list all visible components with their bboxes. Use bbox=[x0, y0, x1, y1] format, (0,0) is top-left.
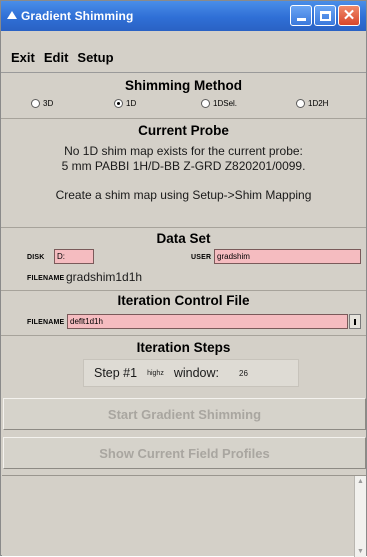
step-mode: highz bbox=[147, 369, 164, 377]
gradient-shimming-window: Gradient Shimming ✕ Exit Edit Setup Shim… bbox=[0, 0, 367, 557]
data-set-section: Data Set DISK D: USER gradshim FILENAME … bbox=[1, 229, 366, 291]
radio-1dsel-label: 1DSel. bbox=[213, 99, 238, 108]
shimming-method-radio-group: 3D 1D 1DSel. 1D2H bbox=[1, 99, 366, 113]
disk-label: DISK bbox=[27, 254, 45, 261]
close-button[interactable]: ✕ bbox=[338, 5, 360, 26]
radio-1dsel[interactable]: 1DSel. bbox=[201, 99, 237, 108]
menu-bar: Exit Edit Setup bbox=[7, 45, 119, 70]
control-file-dropdown-button[interactable] bbox=[349, 314, 361, 329]
radio-1d-label: 1D bbox=[126, 99, 137, 108]
iteration-steps-box: Step #1 highz window: 26 bbox=[83, 359, 299, 387]
radio-3d-label: 3D bbox=[43, 99, 54, 108]
scroll-up-icon[interactable]: ▲ bbox=[357, 478, 364, 485]
user-input[interactable]: gradshim bbox=[214, 249, 361, 264]
window-title: Gradient Shimming bbox=[21, 9, 134, 23]
radio-1d2h[interactable]: 1D2H bbox=[296, 99, 328, 108]
menu-exit[interactable]: Exit bbox=[7, 48, 39, 67]
start-gradient-shimming-button[interactable]: Start Gradient Shimming bbox=[3, 398, 366, 430]
shimming-method-section: Shimming Method 3D 1D 1DSel. 1D2H bbox=[1, 74, 366, 119]
control-filename-label: FILENAME bbox=[27, 319, 65, 326]
dataset-filename-label: FILENAME bbox=[27, 275, 65, 282]
control-filename-input[interactable]: deflt1d1h bbox=[67, 314, 348, 329]
iteration-steps-title: Iteration Steps bbox=[136, 340, 231, 355]
probe-hint: Create a shim map using Setup->Shim Mapp… bbox=[55, 188, 312, 202]
current-probe-title: Current Probe bbox=[138, 123, 229, 138]
title-bar[interactable]: Gradient Shimming ✕ bbox=[1, 1, 366, 31]
current-probe-section: Current Probe No 1D shim map exists for … bbox=[1, 120, 366, 228]
scroll-down-icon[interactable]: ▼ bbox=[357, 548, 364, 555]
show-field-profiles-button[interactable]: Show Current Field Profiles bbox=[3, 437, 366, 469]
iteration-control-file-title: Iteration Control File bbox=[117, 293, 250, 308]
radio-1d-circle[interactable] bbox=[114, 99, 123, 108]
app-triangle-icon bbox=[7, 11, 17, 21]
user-label: USER bbox=[191, 254, 212, 261]
radio-3d-circle[interactable] bbox=[31, 99, 40, 108]
probe-message-line1: No 1D shim map exists for the current pr… bbox=[64, 144, 303, 158]
dataset-filename-value: gradshim1d1h bbox=[66, 270, 143, 284]
probe-message-line2: 5 mm PABBI 1H/D-BB Z-GRD Z820201/0099. bbox=[61, 159, 306, 173]
menu-edit[interactable]: Edit bbox=[40, 48, 73, 67]
probe-message: No 1D shim map exists for the current pr… bbox=[1, 144, 366, 174]
iteration-control-file-section: Iteration Control File FILENAME deflt1d1… bbox=[1, 292, 366, 336]
menu-divider bbox=[1, 72, 366, 73]
step-label: Step #1 bbox=[94, 366, 138, 380]
shimming-method-title: Shimming Method bbox=[125, 78, 242, 93]
window-label: window: bbox=[173, 366, 219, 380]
window-value: 26 bbox=[239, 368, 248, 378]
output-scrollbar[interactable]: ▲ ▼ bbox=[354, 476, 366, 557]
dropdown-bar-icon bbox=[354, 318, 356, 325]
close-icon: ✕ bbox=[342, 7, 356, 24]
iteration-steps-section: Iteration Steps Step #1 highz window: 26 bbox=[1, 337, 366, 394]
radio-3d[interactable]: 3D bbox=[31, 99, 53, 108]
menu-setup[interactable]: Setup bbox=[73, 48, 117, 67]
radio-1d2h-circle[interactable] bbox=[296, 99, 305, 108]
minimize-button[interactable] bbox=[290, 5, 312, 26]
radio-1dsel-circle[interactable] bbox=[201, 99, 210, 108]
radio-1d2h-label: 1D2H bbox=[308, 99, 329, 108]
maximize-button[interactable] bbox=[314, 5, 336, 26]
radio-1d[interactable]: 1D bbox=[114, 99, 136, 108]
maximize-icon bbox=[319, 10, 331, 21]
minimize-icon bbox=[296, 18, 306, 21]
output-text-area[interactable]: ▲ ▼ bbox=[2, 475, 366, 557]
disk-input[interactable]: D: bbox=[54, 249, 94, 264]
window-controls: ✕ bbox=[290, 5, 360, 26]
data-set-title: Data Set bbox=[156, 231, 211, 246]
